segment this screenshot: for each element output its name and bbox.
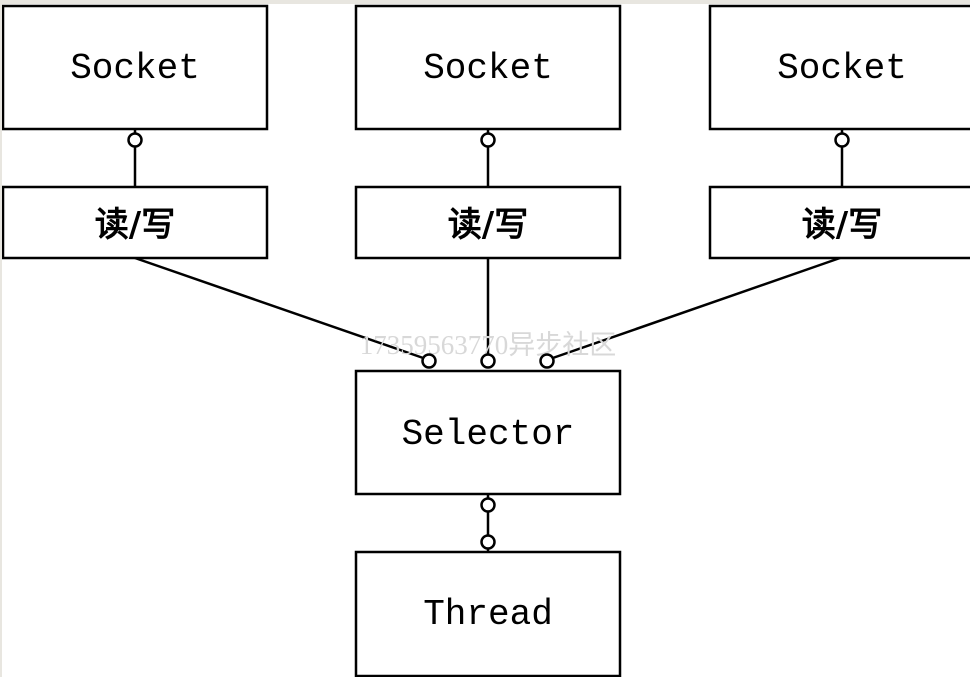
port-circle-icon	[834, 132, 850, 148]
port-circle-icon	[480, 534, 496, 550]
diagram-canvas: 17359563770异步社区 Socket Socket Socket 读/写…	[0, 0, 970, 677]
io-box-1: 读/写	[2, 185, 269, 260]
io-label: 读/写	[95, 205, 175, 245]
nio-selector-diagram: 17359563770异步社区 Socket Socket Socket 读/写…	[2, 4, 970, 677]
selector-box: Selector	[354, 369, 622, 496]
socket-box-3: Socket	[708, 4, 970, 131]
socket-box-2: Socket	[354, 4, 622, 131]
io-label: 读/写	[448, 205, 528, 245]
io-box-3: 读/写	[708, 185, 970, 260]
socket-label: Socket	[423, 48, 553, 89]
port-circle-icon	[421, 353, 437, 369]
socket-label: Socket	[70, 48, 200, 89]
port-circle-icon	[480, 132, 496, 148]
port-circle-icon	[480, 353, 496, 369]
port-circle-icon	[539, 353, 555, 369]
io-box-2: 读/写	[354, 185, 622, 260]
socket-box-1: Socket	[2, 4, 269, 131]
port-circle-icon	[480, 497, 496, 513]
io-label: 读/写	[802, 205, 882, 245]
thread-box: Thread	[354, 550, 622, 677]
port-circle-icon	[127, 132, 143, 148]
selector-label: Selector	[402, 414, 575, 455]
thread-label: Thread	[423, 594, 553, 635]
socket-label: Socket	[777, 48, 907, 89]
